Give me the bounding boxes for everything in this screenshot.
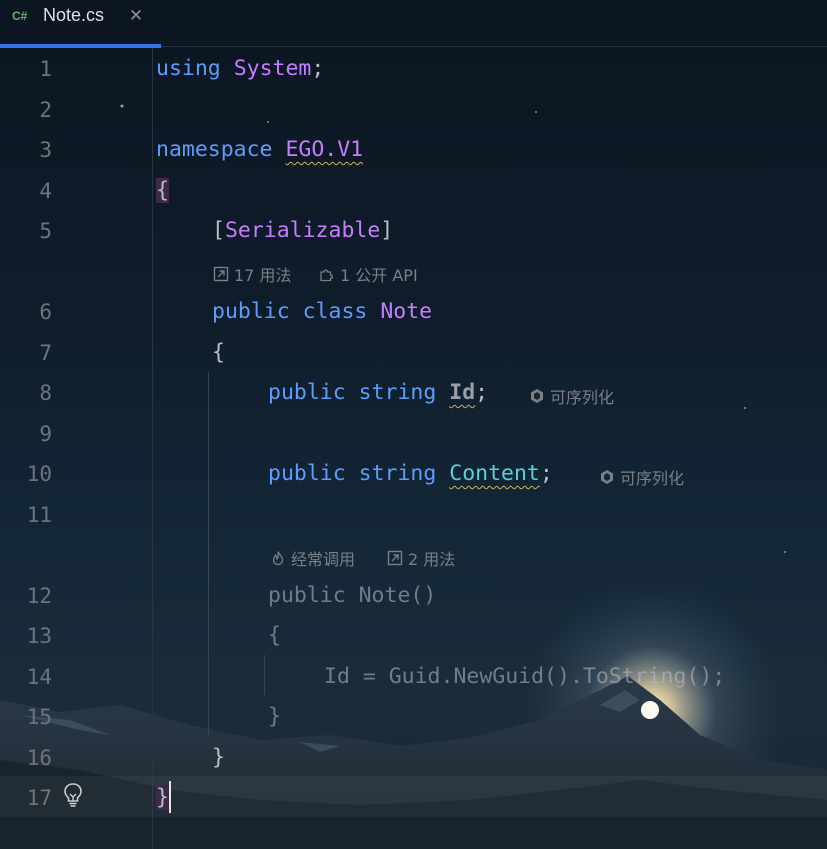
usages-hint[interactable]: 17 用法 [213,262,291,286]
external-link-icon [387,550,403,566]
field-name: Content [449,461,540,486]
serializable-hint-label: 可序列化 [550,388,615,407]
text-cursor [169,781,171,813]
keyword: namespace [156,137,273,162]
matched-brace: { [156,178,169,203]
line-number[interactable]: 9 [0,421,52,447]
brace: { [212,340,225,365]
line-number[interactable]: 13 [0,623,52,649]
flame-icon [272,551,284,566]
punctuation: [ [212,218,225,243]
unity-icon [601,470,613,484]
attribute-name: Serializable [224,218,381,243]
line-number[interactable]: 12 [0,583,52,609]
code-line-3: namespace EGO.V1 [156,137,363,163]
line-number[interactable]: 10 [0,461,52,487]
usages-hint[interactable]: 2 用法 [387,546,455,570]
usages-hint-label: 2 用法 [408,550,456,569]
brace: } [212,745,225,770]
code-line-6: public class Note [212,299,432,325]
keyword: class [302,299,368,324]
line-number[interactable]: 3 [0,137,52,163]
public-api-hint-label: 1 公开 API [340,266,418,285]
line-number[interactable]: 14 [0,664,52,690]
frequently-called-label: 经常调用 [291,550,356,569]
keyword: string [358,380,437,405]
code-line-7: { [212,340,225,366]
code-line-5: [Serializable] [212,218,393,244]
indent-guide [208,372,209,736]
line-number[interactable]: 4 [0,178,52,204]
line-number[interactable]: 17 [0,785,52,811]
public-api-hint[interactable]: 1 公开 API [319,262,418,286]
serializable-hint[interactable]: 可序列化 [599,465,684,489]
indent-guide [264,655,265,695]
keyword: public [268,461,346,486]
keyword: public [212,299,290,324]
namespace-name: EGO.V1 [285,137,364,162]
code-line-10: public string Content; [268,461,553,487]
code-line-8: public string Id; [268,380,488,406]
usages-hint-label: 17 用法 [234,266,292,285]
code-line-16: } [212,745,225,771]
serializable-hint-label: 可序列化 [620,469,685,488]
code-line-4: { [156,178,169,204]
line-number[interactable]: 15 [0,704,52,730]
field-name: Id [449,380,476,405]
namespace-ref: System [233,56,312,81]
line-number[interactable]: 8 [0,380,52,406]
line-number[interactable]: 1 [0,56,52,82]
line-number[interactable]: 6 [0,299,52,325]
code-line-17: } [156,785,169,811]
code-editor[interactable]: 1 2 3 4 5 6 7 8 9 10 11 12 13 14 15 16 1… [0,0,827,849]
lightbulb-icon[interactable] [62,782,84,808]
line-number[interactable]: 11 [0,502,52,528]
code-line-1: using System; [156,56,324,82]
code-line-12: public Note() [268,583,437,608]
line-number[interactable]: 5 [0,218,52,244]
keyword: using [156,56,221,81]
punctuation: ; [475,380,489,405]
line-number[interactable]: 7 [0,340,52,366]
punctuation: ; [311,56,325,81]
punctuation: ] [380,218,394,243]
code-line-14: Id = Guid.NewGuid().ToString(); [324,664,726,689]
code-line-13: { [268,623,281,648]
code-line-15: } [268,704,281,729]
class-name: Note [380,299,433,324]
external-link-icon [213,266,229,282]
puzzle-icon [320,269,334,282]
unity-icon [531,389,543,403]
line-number[interactable]: 2 [0,97,52,123]
keyword: string [358,461,437,486]
serializable-hint[interactable]: 可序列化 [529,384,614,408]
keyword: public [268,380,346,405]
line-number[interactable]: 16 [0,745,52,771]
frequently-called-hint[interactable]: 经常调用 [270,546,355,570]
punctuation: ; [539,461,553,486]
matched-brace: } [156,785,169,810]
